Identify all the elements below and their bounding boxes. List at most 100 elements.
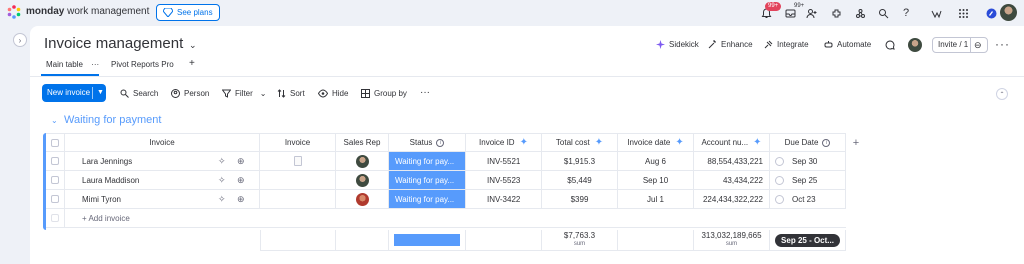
comment-icon[interactable] xyxy=(885,40,895,50)
invoice-file-cell[interactable] xyxy=(260,171,336,190)
invoice-id-sparkle-icon[interactable]: ✦ xyxy=(520,137,528,148)
select-all-checkbox-cell[interactable] xyxy=(46,133,65,152)
item-name[interactable]: Laura Maddison xyxy=(82,176,139,185)
sort-button[interactable]: Sort xyxy=(277,89,305,98)
file-icon[interactable] xyxy=(293,156,302,166)
hide-button[interactable]: Hide xyxy=(318,89,348,98)
add-view-plus-icon[interactable]: + xyxy=(189,58,195,69)
product-switcher-icon[interactable] xyxy=(929,6,943,20)
invoice-id-cell[interactable]: INV-5523 xyxy=(466,171,542,190)
summary-account-number[interactable]: 313,032,189,665 sum xyxy=(694,230,770,251)
invite-button[interactable]: Invite / 1 ⊖ xyxy=(932,37,988,53)
add-update-icon[interactable]: ⊕ xyxy=(237,156,245,167)
account-number-cell[interactable]: 224,434,322,222 xyxy=(694,190,770,209)
status-info-icon[interactable]: i xyxy=(436,138,445,147)
search-icon[interactable] xyxy=(876,6,890,20)
total-cost-sparkle-icon[interactable]: ✦ xyxy=(595,137,603,148)
due-date-cell[interactable]: Sep 30 xyxy=(770,152,846,171)
new-invoice-chevron-down-icon[interactable]: ▼ xyxy=(97,84,104,102)
add-invoice-row[interactable]: + Add invoice xyxy=(65,209,846,228)
group-title[interactable]: Waiting for payment xyxy=(64,114,161,126)
due-date-status-circle[interactable] xyxy=(775,194,784,204)
inbox-icon[interactable]: 99+ xyxy=(783,3,804,20)
column-header-total-cost[interactable]: Total cost ✦ xyxy=(542,133,618,152)
invoice-id-cell[interactable]: INV-3422 xyxy=(466,190,542,209)
sales-rep-cell[interactable] xyxy=(336,152,389,171)
invite-members-icon[interactable] xyxy=(804,6,818,20)
due-date-status-circle[interactable] xyxy=(775,156,784,166)
automate-button[interactable]: Automate xyxy=(824,40,871,49)
column-header-status[interactable]: Status i xyxy=(389,133,466,152)
sales-rep-avatar[interactable] xyxy=(355,192,369,206)
sales-rep-avatar[interactable] xyxy=(355,173,369,187)
integrate-button[interactable]: Integrate xyxy=(764,40,809,49)
column-header-invoice-date[interactable]: Invoice date ✦ xyxy=(618,133,694,152)
filter-button[interactable]: Filter ⌄ xyxy=(222,89,266,98)
ai-sparkle-icon[interactable]: ✧ xyxy=(218,194,226,205)
summary-total-cost[interactable]: $7,763.3 sum xyxy=(542,230,618,251)
more-options-icon[interactable]: ··· xyxy=(995,37,1010,51)
status-cell[interactable]: Waiting for pay... xyxy=(389,152,466,171)
column-header-account-number[interactable]: Account nu... ✦ xyxy=(694,133,770,152)
enhance-button[interactable]: Enhance xyxy=(708,40,753,49)
help-icon[interactable]: ? xyxy=(899,6,913,20)
invoice-file-cell[interactable] xyxy=(260,190,336,209)
sidebar-toggle-chevron-icon[interactable]: › xyxy=(13,33,27,47)
collapse-header-chevron-up-icon[interactable]: ⌃ xyxy=(996,88,1008,100)
tab-options-icon[interactable]: ··· xyxy=(91,60,99,69)
table-row-name-cell[interactable]: Mimi Tyron ✧ ⊕ xyxy=(65,190,260,209)
sales-rep-cell[interactable] xyxy=(336,190,389,209)
summary-due-date[interactable]: Sep 25 - Oct... xyxy=(770,230,846,251)
account-number-cell[interactable]: 43,434,222 xyxy=(694,171,770,190)
due-date-info-icon[interactable]: i xyxy=(822,138,831,147)
board-title[interactable]: Invoice management xyxy=(44,35,183,52)
toolbar-more-icon[interactable]: ··· xyxy=(420,87,430,98)
row-checkbox-cell[interactable] xyxy=(46,152,65,171)
column-header-invoice-id[interactable]: Invoice ID ✦ xyxy=(466,133,542,152)
group-by-button[interactable]: Group by xyxy=(361,89,407,98)
integrations-icon[interactable] xyxy=(853,6,867,20)
item-name[interactable]: Mimi Tyron xyxy=(82,195,121,204)
invoice-date-cell[interactable]: Aug 6 xyxy=(618,152,694,171)
search-button[interactable]: Search xyxy=(120,89,158,98)
invoice-date-sparkle-icon[interactable]: ✦ xyxy=(675,137,683,148)
due-date-cell[interactable]: Oct 23 xyxy=(770,190,846,209)
column-header-sales-rep[interactable]: Sales Rep xyxy=(336,133,389,152)
add-update-icon[interactable]: ⊕ xyxy=(237,194,245,205)
row-checkbox-cell[interactable] xyxy=(46,171,65,190)
due-date-cell[interactable]: Sep 25 xyxy=(770,171,846,190)
group-collapse-chevron-down-icon[interactable]: ⌄ xyxy=(51,116,58,125)
total-cost-cell[interactable]: $5,449 xyxy=(542,171,618,190)
invoice-file-cell[interactable] xyxy=(260,152,336,171)
table-row-name-cell[interactable]: Laura Maddison ✧ ⊕ xyxy=(65,171,260,190)
add-update-icon[interactable]: ⊕ xyxy=(237,175,245,186)
status-cell[interactable]: Waiting for pay... xyxy=(389,171,466,190)
row-checkbox-cell[interactable] xyxy=(46,190,65,209)
summary-status-bar[interactable] xyxy=(389,230,466,251)
add-column-plus-icon[interactable]: + xyxy=(846,133,866,152)
select-all-checkbox[interactable] xyxy=(51,138,59,147)
table-row-name-cell[interactable]: Lara Jennings ✧ ⊕ xyxy=(65,152,260,171)
tab-pivot-reports[interactable]: Pivot Reports Pro xyxy=(111,60,174,69)
sidekick-button[interactable]: Sidekick xyxy=(656,40,699,49)
sales-rep-cell[interactable] xyxy=(336,171,389,190)
ai-sparkle-icon[interactable]: ✧ xyxy=(218,156,226,167)
column-header-invoice-file[interactable]: Invoice xyxy=(260,133,336,152)
due-date-status-circle[interactable] xyxy=(775,175,784,185)
row-checkbox[interactable] xyxy=(51,157,59,165)
row-checkbox[interactable] xyxy=(51,176,59,184)
board-member-avatar[interactable] xyxy=(908,38,922,52)
see-plans-button[interactable]: See plans xyxy=(156,4,220,21)
tab-main-table[interactable]: Main table ··· xyxy=(46,60,99,69)
account-number-sparkle-icon[interactable]: ✦ xyxy=(753,137,761,148)
total-cost-cell[interactable]: $1,915.3 xyxy=(542,152,618,171)
total-cost-cell[interactable]: $399 xyxy=(542,190,618,209)
grid-menu-icon[interactable] xyxy=(956,6,970,20)
invoice-date-cell[interactable]: Jul 1 xyxy=(618,190,694,209)
row-checkbox[interactable] xyxy=(51,195,59,203)
user-avatar[interactable] xyxy=(1000,4,1017,21)
person-filter-button[interactable]: Person xyxy=(171,89,209,98)
sales-rep-avatar[interactable] xyxy=(355,154,369,168)
title-chevron-down-icon[interactable]: ⌄ xyxy=(189,40,197,51)
column-header-invoice-name[interactable]: Invoice xyxy=(65,133,260,152)
